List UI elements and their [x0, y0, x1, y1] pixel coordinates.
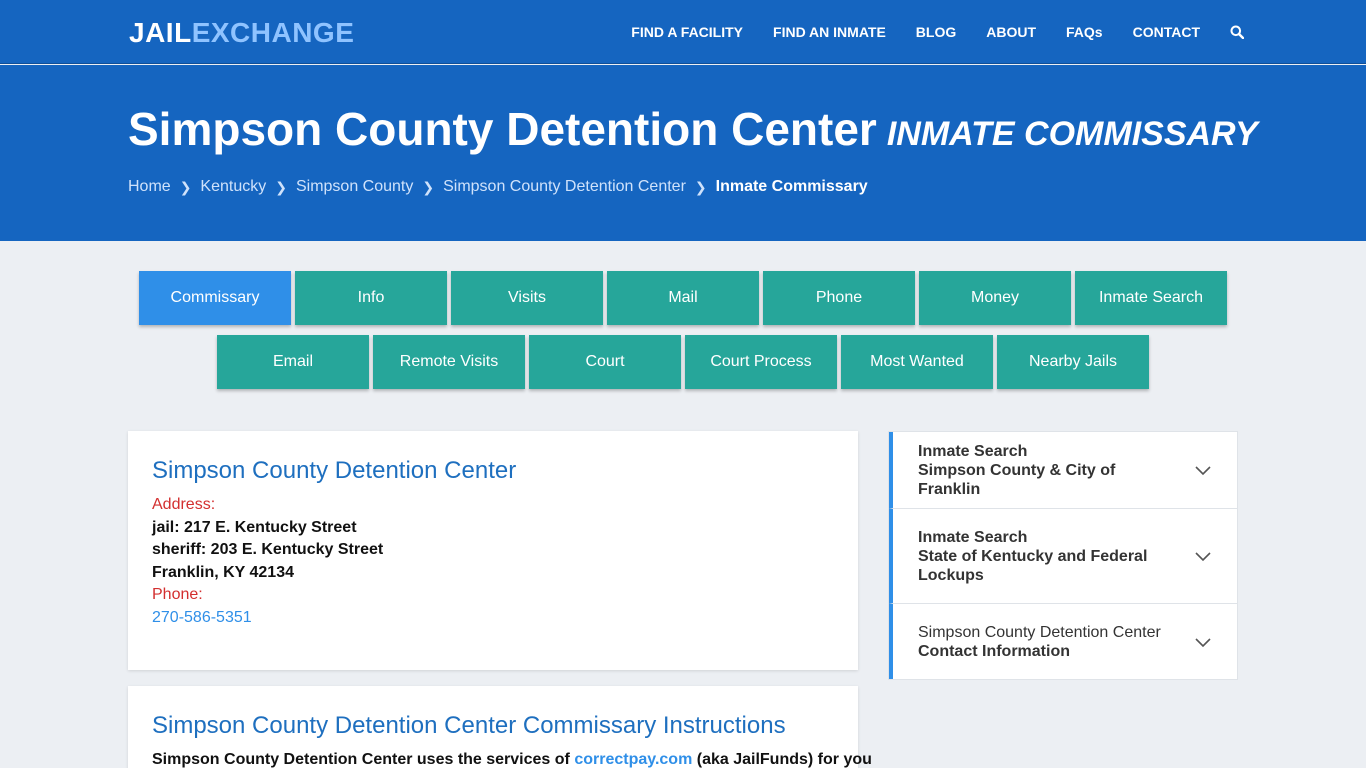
address-label: Address:	[152, 496, 216, 513]
chevron-right-icon: ❯	[179, 178, 192, 195]
tab-row-2: Email Remote Visits Court Court Process …	[0, 335, 1366, 389]
tab-money[interactable]: Money	[919, 271, 1071, 325]
page-title-sub: INMATE COMMISSARY	[886, 115, 1258, 153]
nav-contact[interactable]: CONTACT	[1133, 0, 1200, 64]
search-icon[interactable]	[1230, 0, 1246, 64]
accordion-item-subtitle: State of Kentucky and Federal Lockups	[918, 547, 1148, 584]
facility-name: Simpson County Detention Center	[152, 457, 517, 484]
address-line-city: Franklin, KY 42134	[152, 563, 294, 581]
instructions-text-after: (aka JailFunds) for you	[692, 751, 872, 768]
logo-part-exchange: EXCHANGE	[191, 17, 355, 48]
accordion-item-title: Simpson County Detention Center	[918, 623, 1161, 641]
tab-inmate-search[interactable]: Inmate Search	[1075, 271, 1227, 325]
page-title-main: Simpson County Detention Center	[128, 103, 877, 155]
nav-faqs[interactable]: FAQs	[1066, 0, 1103, 64]
instructions-text: Simpson County Detention Center uses the…	[152, 751, 872, 768]
hero-banner: Simpson County Detention Center INMATE CO…	[0, 65, 1366, 241]
tab-row-1: Commissary Info Visits Mail Phone Money …	[0, 271, 1366, 325]
address-line-sheriff: sheriff: 203 E. Kentucky Street	[152, 541, 384, 558]
accordion-inmate-search-state[interactable]: Inmate Search State of Kentucky and Fede…	[889, 509, 1237, 604]
nav-find-inmate[interactable]: FIND AN INMATE	[773, 0, 886, 64]
facility-info: Address: jail: 217 E. Kentucky Street sh…	[152, 494, 383, 629]
tab-visits[interactable]: Visits	[451, 271, 603, 325]
side-accordion: Inmate Search Simpson County & City of F…	[888, 431, 1238, 680]
chevron-down-icon	[1195, 552, 1211, 562]
tab-mail[interactable]: Mail	[607, 271, 759, 325]
accordion-item-subtitle: Simpson County & City of Franklin	[918, 461, 1116, 498]
chevron-down-icon	[1195, 466, 1211, 476]
main-nav: FIND A FACILITY FIND AN INMATE BLOG ABOU…	[601, 0, 1246, 64]
logo-part-jail: JAIL	[129, 17, 192, 48]
instructions-text-before: Simpson County Detention Center uses the…	[152, 751, 575, 768]
tab-court[interactable]: Court	[529, 335, 681, 389]
tab-court-process[interactable]: Court Process	[685, 335, 837, 389]
chevron-right-icon: ❯	[694, 178, 707, 195]
breadcrumb-home[interactable]: Home	[128, 178, 171, 196]
tab-email[interactable]: Email	[217, 335, 369, 389]
breadcrumb-current: Inmate Commissary	[715, 178, 868, 195]
chevron-right-icon: ❯	[422, 178, 435, 195]
tab-info[interactable]: Info	[295, 271, 447, 325]
instructions-card: Simpson County Detention Center Commissa…	[128, 686, 872, 768]
breadcrumb-kentucky[interactable]: Kentucky	[200, 178, 266, 196]
facility-card: Simpson County Detention Center Address:…	[128, 431, 858, 670]
accordion-item-title: Inmate Search	[918, 442, 1028, 460]
nav-find-facility[interactable]: FIND A FACILITY	[631, 0, 743, 64]
phone-label: Phone:	[152, 586, 203, 603]
accordion-item-title: Inmate Search	[918, 528, 1028, 546]
nav-about[interactable]: ABOUT	[986, 0, 1036, 64]
tab-most-wanted[interactable]: Most Wanted	[841, 335, 993, 389]
accordion-inmate-search-county[interactable]: Inmate Search Simpson County & City of F…	[889, 432, 1237, 509]
accordion-contact-information[interactable]: Simpson County Detention Center Contact …	[889, 604, 1237, 679]
site-logo[interactable]: JAILEXCHANGE	[129, 17, 354, 49]
chevron-down-icon	[1195, 637, 1211, 647]
phone-link[interactable]: 270-586-5351	[152, 607, 383, 630]
breadcrumb-facility[interactable]: Simpson County Detention Center	[443, 178, 686, 196]
instructions-title: Simpson County Detention Center Commissa…	[152, 712, 786, 739]
top-navbar: JAILEXCHANGE FIND A FACILITY FIND AN INM…	[0, 0, 1366, 64]
nav-blog[interactable]: BLOG	[916, 0, 956, 64]
breadcrumb-county[interactable]: Simpson County	[296, 178, 413, 196]
address-line-jail: jail: 217 E. Kentucky Street	[152, 518, 357, 536]
tab-nearby-jails[interactable]: Nearby Jails	[997, 335, 1149, 389]
chevron-right-icon: ❯	[275, 178, 287, 195]
tab-remote-visits[interactable]: Remote Visits	[373, 335, 525, 389]
page-title: Simpson County Detention Center INMATE CO…	[128, 103, 1258, 160]
accordion-item-subtitle: Contact Information	[918, 642, 1070, 660]
tab-commissary[interactable]: Commissary	[139, 271, 291, 325]
breadcrumb: Home ❯ Kentucky ❯ Simpson County ❯ Simps…	[128, 178, 868, 196]
correctpay-link[interactable]: correctpay.com	[574, 751, 692, 768]
tab-phone[interactable]: Phone	[763, 271, 915, 325]
